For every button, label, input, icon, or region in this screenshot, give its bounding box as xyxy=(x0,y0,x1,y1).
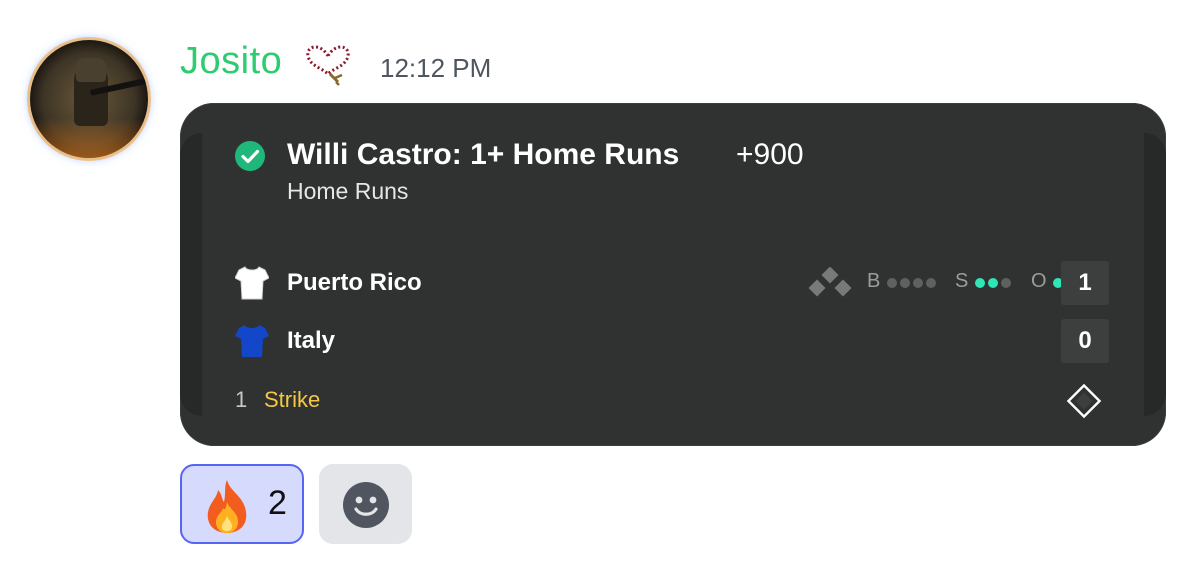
ball-dot xyxy=(913,278,923,288)
timestamp: 12:12 PM xyxy=(380,53,492,83)
card-edge-right xyxy=(1144,133,1166,416)
jersey-icon xyxy=(235,325,269,357)
strike-dot xyxy=(988,278,998,288)
ball-dot xyxy=(887,278,897,288)
user-avatar[interactable] xyxy=(30,40,148,158)
diamond-outline-icon[interactable] xyxy=(1064,381,1104,421)
balls-count: B xyxy=(867,270,947,294)
team-row: Puerto Rico B S O 1 xyxy=(235,261,1115,305)
rosary-icon xyxy=(306,45,350,86)
bet-odds: +900 xyxy=(736,138,804,171)
strike-dot xyxy=(1001,278,1011,288)
ball-dot xyxy=(900,278,910,288)
strikes-label: S xyxy=(955,270,969,292)
ball-dot xyxy=(926,278,936,288)
reaction-fire[interactable]: 2 xyxy=(180,464,304,544)
smiley-face-icon xyxy=(343,482,389,528)
outs-label: O xyxy=(1031,270,1047,292)
chat-message: Josito 12:12 PM Willi Castro: 1+ Home Ru… xyxy=(0,0,1200,565)
fire-emoji xyxy=(207,480,247,533)
reaction-count: 2 xyxy=(268,484,287,522)
team-name: Italy xyxy=(287,327,336,354)
bases-diamond-icon xyxy=(808,267,852,297)
bet-title: Willi Castro: 1+ Home Runs xyxy=(287,138,680,171)
team-score: 1 xyxy=(1061,261,1109,305)
username[interactable]: Josito xyxy=(180,40,282,83)
avatar-helmet xyxy=(76,58,106,82)
team-row: Italy 0 xyxy=(235,319,1115,363)
status-number: 1 xyxy=(235,387,248,412)
status-text: Strike xyxy=(264,387,321,412)
strikes-count: S xyxy=(955,270,1025,294)
team-name: Puerto Rico xyxy=(287,269,422,296)
jersey-icon xyxy=(235,266,269,300)
bet-market: Home Runs xyxy=(287,178,409,204)
bet-card[interactable]: Willi Castro: 1+ Home Runs +900 Home Run… xyxy=(180,103,1166,446)
card-edge-left xyxy=(180,133,202,416)
add-reaction-button[interactable] xyxy=(319,464,412,544)
check-circle-icon xyxy=(235,141,265,171)
strike-dot xyxy=(975,278,985,288)
team-score: 0 xyxy=(1061,319,1109,363)
balls-label: B xyxy=(867,270,881,292)
